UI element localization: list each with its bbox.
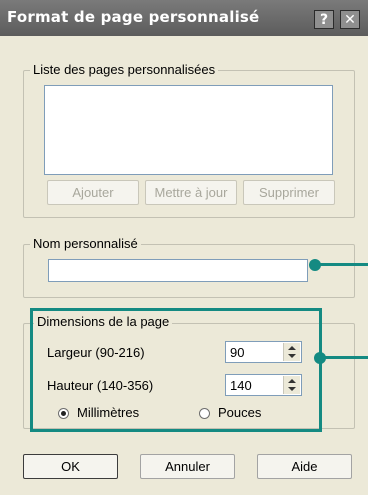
title-bar: Format de page personnalisé ? ✕ [0, 0, 368, 36]
close-icon: ✕ [344, 12, 356, 28]
dialog-title: Format de page personnalisé [7, 8, 260, 26]
help-button[interactable]: ? [314, 10, 334, 29]
custom-page-size-dialog: Format de page personnalisé ? ✕ Liste de… [0, 0, 368, 495]
custom-pages-legend: Liste des pages personnalisées [30, 62, 219, 77]
close-button[interactable]: ✕ [340, 10, 360, 29]
cancel-button[interactable]: Annuler [140, 454, 235, 479]
custom-pages-listbox[interactable] [44, 85, 333, 175]
custom-name-legend: Nom personnalisé [30, 236, 141, 251]
help-dialog-button[interactable]: Aide [257, 454, 352, 479]
dimensions-callout-line [322, 356, 368, 359]
delete-button[interactable]: Supprimer [243, 180, 335, 205]
custom-name-callout-line [316, 263, 368, 266]
add-button[interactable]: Ajouter [47, 180, 139, 205]
ok-button[interactable]: OK [23, 454, 118, 479]
update-button[interactable]: Mettre à jour [145, 180, 237, 205]
custom-name-input[interactable] [48, 259, 308, 282]
dimensions-callout-frame [30, 308, 322, 432]
help-icon: ? [319, 12, 329, 28]
